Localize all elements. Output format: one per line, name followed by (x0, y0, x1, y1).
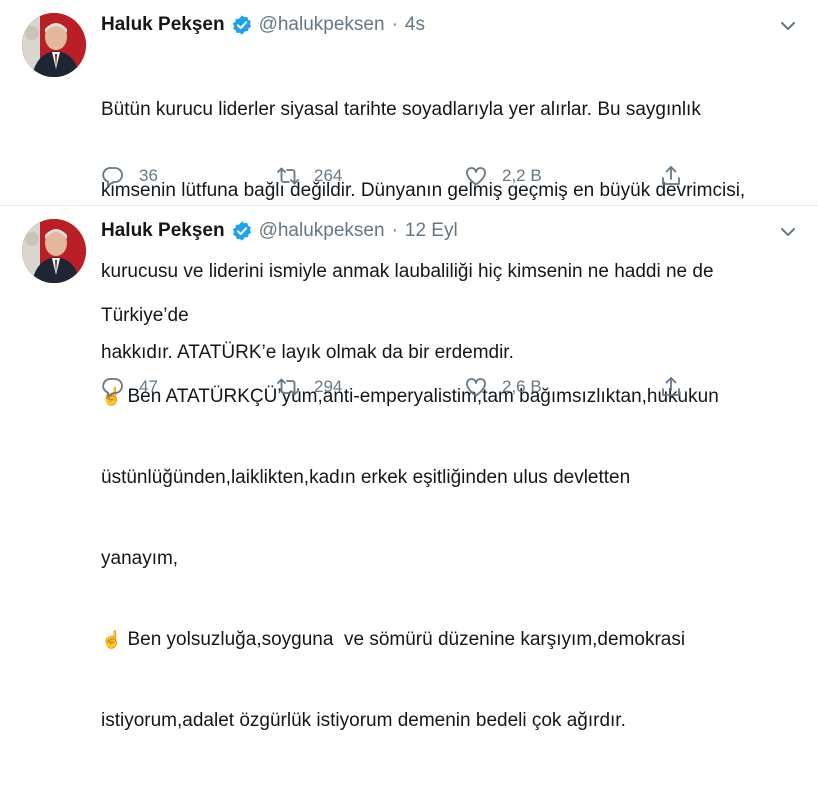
retweet-icon (277, 378, 299, 396)
verified-badge-icon (231, 14, 253, 36)
tweet[interactable]: Haluk Pekşen @halukpeksen · 12 Eyl Türki… (0, 206, 818, 731)
heart-icon (466, 378, 486, 397)
tweet-text-line: yanayım, (101, 548, 179, 569)
separator-dot: · (391, 14, 398, 35)
retweet-count: 294 (314, 377, 343, 396)
like-button[interactable]: 2,6 B (464, 375, 542, 399)
tweet-timestamp[interactable]: 4s (405, 14, 425, 36)
author-name[interactable]: Haluk Pekşen (101, 220, 225, 242)
tweet[interactable]: Haluk Pekşen @halukpeksen · 4s Bütün kur… (0, 0, 818, 363)
reply-button[interactable]: 47 (101, 375, 158, 399)
reply-icon (102, 378, 123, 398)
reply-count: 36 (139, 166, 158, 185)
tweet-text-line: Bütün kurucu liderler siyasal tarihte so… (101, 99, 701, 120)
retweet-button[interactable]: 264 (276, 164, 342, 188)
tweet-text: Türkiye’de ☝️ Ben ATATÜRKÇÜ’yüm,anti-emp… (101, 248, 798, 788)
retweet-button[interactable]: 294 (276, 375, 342, 399)
author-name[interactable]: Haluk Pekşen (101, 14, 225, 36)
tweet-text-line: istiyorum,adalet özgürlük istiyorum deme… (101, 710, 626, 731)
tweet-text-line: üstünlüğünden,laiklikten,kadın erkek eşi… (101, 467, 631, 488)
retweet-icon (277, 167, 299, 185)
author-handle[interactable]: @halukpeksen (259, 14, 385, 36)
pointing-up-emoji-icon: ☝️ (101, 630, 123, 649)
tweet-text-line: Türkiye’de (101, 305, 189, 326)
tweet-text-line: ☝️ Ben yolsuzluğa,soyguna ve sömürü düze… (101, 626, 798, 653)
tweet-text-line: ☝️ Ben ATATÜRKÇÜ’yüm,anti-emperyalistim,… (101, 383, 798, 410)
tweet-timestamp[interactable]: 12 Eyl (405, 220, 458, 242)
chevron-down-icon[interactable] (778, 222, 798, 242)
like-count: 2,2 B (502, 166, 542, 185)
like-count: 2,6 B (502, 377, 542, 396)
share-icon (662, 166, 680, 185)
separator-dot: · (391, 220, 398, 241)
reply-count: 47 (139, 377, 158, 396)
share-button[interactable] (659, 375, 683, 399)
author-handle[interactable]: @halukpeksen (259, 220, 385, 242)
share-icon (662, 377, 680, 396)
reply-icon (102, 167, 123, 187)
retweet-count: 264 (314, 166, 343, 185)
avatar[interactable] (22, 13, 86, 77)
heart-icon (466, 167, 486, 186)
like-button[interactable]: 2,2 B (464, 164, 542, 188)
tweet-text-line: kimsenin lütfuna bağlı değildir. Dünyanı… (101, 180, 746, 201)
reply-button[interactable]: 36 (101, 164, 158, 188)
chevron-down-icon[interactable] (778, 16, 798, 36)
share-button[interactable] (659, 164, 683, 188)
avatar[interactable] (22, 219, 86, 283)
verified-badge-icon (231, 220, 253, 242)
